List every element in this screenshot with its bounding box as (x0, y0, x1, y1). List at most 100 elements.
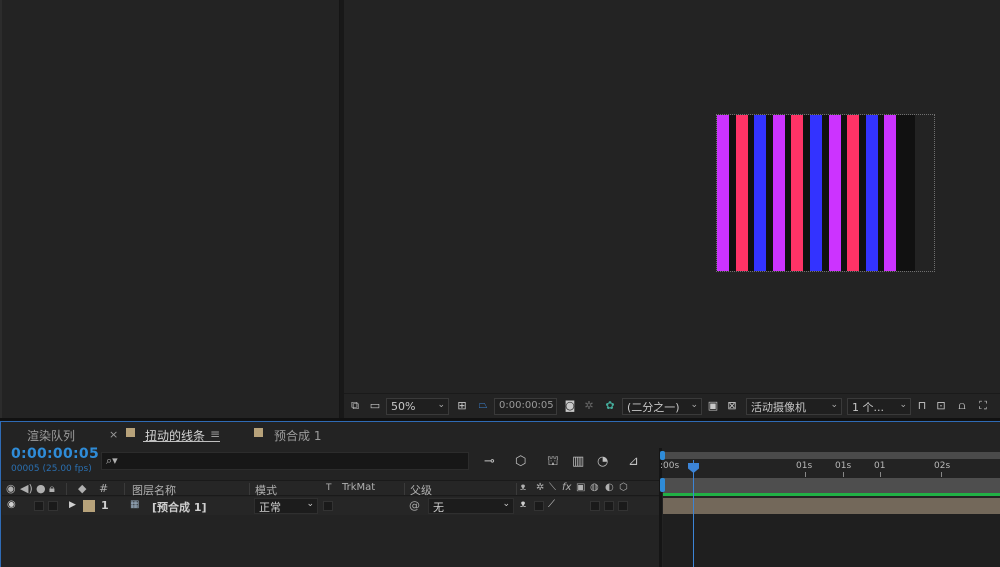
layer-number: 1 (101, 499, 109, 512)
comp-color-swatch (126, 428, 135, 437)
parent-value: 无 (433, 501, 444, 514)
adjustment-switch[interactable] (604, 501, 614, 511)
time-navigator-start-handle[interactable] (660, 451, 665, 460)
motion-blur-icon[interactable]: ◔ (597, 454, 608, 469)
views-select[interactable]: 1 个... ⌄ (847, 398, 911, 415)
label-tag-icon[interactable]: ◆ (78, 482, 86, 495)
timeline-icon[interactable]: ⩍ (955, 399, 969, 413)
tab-precomp-1[interactable]: 预合成 1 (274, 427, 321, 444)
column-layer-name[interactable]: 图层名称 (132, 482, 176, 498)
mask-visibility-icon[interactable]: ⏢ (476, 398, 490, 412)
collapse-switch-icon[interactable]: ✲ (536, 482, 544, 493)
stripe-gap (859, 115, 866, 271)
audio-icon[interactable]: ◀) (20, 482, 33, 495)
shy-layers-icon[interactable]: ⛫ (547, 454, 559, 471)
preserve-transparency-toggle[interactable] (323, 501, 333, 511)
viewer-toolbar: ⧉ ▭ 50% ⌄ ⊞ ⏢ 0:00:00:05 ◙ ✲ ✿ (二分之一) ⌄ ▣ … (344, 393, 1000, 418)
column-separator (404, 483, 405, 495)
blend-mode-value: 正常 (259, 501, 281, 514)
shy-switch-icon[interactable]: ᴥ (520, 499, 526, 510)
frame-blend-switch-icon[interactable]: ▣ (576, 482, 585, 493)
stripe-gap (840, 115, 848, 271)
ruler-tick (805, 472, 806, 477)
lock-toggle[interactable] (48, 501, 58, 511)
pickwhip-icon[interactable]: @ (409, 499, 420, 512)
3d-layer-icon[interactable]: ⬡ (619, 482, 628, 493)
motion-blur-switch-icon[interactable]: ◍ (590, 482, 599, 493)
camera-select[interactable]: 活动摄像机 ⌄ (746, 398, 842, 415)
color-channels-icon[interactable]: ✿ (603, 399, 617, 413)
time-navigator-bar[interactable] (663, 452, 1000, 459)
always-preview-icon[interactable]: ⧉ (349, 399, 361, 413)
graph-editor-icon[interactable]: ⊿ (628, 454, 639, 469)
work-area-start-handle[interactable] (660, 478, 665, 492)
panel-edge (0, 0, 2, 418)
solo-toggle[interactable] (34, 501, 44, 511)
comp-stripes (717, 115, 915, 271)
chevron-down-icon: ⌄ (437, 400, 445, 410)
expand-arrow-icon[interactable]: ▶ (69, 500, 76, 510)
frame-blending-icon[interactable]: ▥ (572, 454, 584, 469)
layer-search-input[interactable] (101, 452, 469, 470)
current-time-indicator-line[interactable] (693, 460, 694, 567)
layer-name[interactable]: [预合成 1] (152, 499, 207, 515)
parent-select[interactable]: 无 ⌄ (428, 498, 514, 514)
viewer-timecode: 0:00:00:05 (499, 400, 554, 411)
monitor-icon[interactable]: ▭ (369, 399, 381, 413)
zoom-value: 50% (391, 400, 416, 413)
tab-render-queue[interactable]: 渲染队列 (27, 427, 75, 444)
comp-color-swatch (254, 428, 263, 437)
current-time-field[interactable]: 0:00:00:05 (494, 398, 557, 415)
project-panel (0, 0, 340, 418)
motion-blur-switch[interactable] (590, 501, 600, 511)
transparency-grid-icon[interactable]: ⊠ (725, 399, 739, 413)
region-of-interest-icon[interactable]: ▣ (706, 399, 720, 413)
column-number[interactable]: # (99, 482, 108, 495)
stripe (772, 115, 785, 271)
camera-icon[interactable]: ◙ (563, 399, 577, 413)
comp-flowchart-icon[interactable]: ⊸ (484, 454, 495, 469)
adjustment-layer-icon[interactable]: ◐ (605, 482, 614, 493)
stripe-gap (729, 115, 736, 271)
eye-icon[interactable]: ◉ (7, 499, 16, 510)
fast-previews-icon[interactable]: ⊡ (934, 399, 948, 413)
column-mode[interactable]: 模式 (255, 482, 277, 498)
panel-menu-icon[interactable]: ≡ (210, 427, 220, 441)
stripe (791, 115, 804, 271)
chevron-down-icon: ⌄ (306, 499, 314, 509)
effects-fx-icon[interactable]: fx (562, 482, 571, 493)
work-area-bar[interactable] (663, 478, 1000, 494)
shy-switch-icon[interactable]: ᴥ (520, 482, 526, 493)
stripe-gap (896, 115, 903, 271)
close-icon[interactable]: × (109, 428, 118, 441)
flowchart-icon[interactable]: ⛶ (976, 399, 990, 413)
quality-switch-icon[interactable]: ⟋ (548, 499, 555, 510)
lock-icon[interactable]: 🔒︎ (49, 482, 55, 496)
eye-icon[interactable]: ◉ (6, 482, 16, 495)
collapse-switch[interactable] (534, 501, 544, 511)
layer-row[interactable]: ◉ ▶ 1 ▦ [预合成 1] 正常 ⌄ @ 无 ⌄ ᴥ ⟋ (2, 497, 660, 515)
frame-rate-info: 00005 (25.00 fps) (11, 464, 92, 474)
stripe (754, 115, 767, 271)
column-t[interactable]: T (326, 483, 332, 493)
stripe-gap (877, 115, 885, 271)
stripe (865, 115, 878, 271)
quality-switch-icon[interactable]: ⟍ (549, 482, 556, 493)
column-parent[interactable]: 父级 (410, 482, 432, 498)
column-trkmat[interactable]: TrkMat (342, 482, 375, 493)
layer-label-swatch[interactable] (83, 500, 95, 512)
choose-grid-icon[interactable]: ⊞ (455, 399, 469, 413)
blend-mode-select[interactable]: 正常 ⌄ (254, 498, 318, 514)
search-icon[interactable]: ⌕▾ (106, 454, 118, 468)
solo-icon[interactable]: ● (36, 482, 46, 495)
resolution-select[interactable]: (二分之一) ⌄ (622, 398, 702, 415)
layer-duration-bar[interactable] (663, 498, 1000, 514)
draft-3d-icon[interactable]: ⬡ (515, 454, 526, 469)
snapshot-icon[interactable]: ✲ (582, 399, 596, 413)
zoom-select[interactable]: 50% ⌄ (386, 398, 449, 415)
stripe (717, 115, 729, 271)
3d-switch[interactable] (618, 501, 628, 511)
render-cache-indicator (663, 493, 1000, 496)
current-timecode[interactable]: 0:00:00:05 (11, 446, 99, 462)
toggle-pixel-aspect-icon[interactable]: ⊓ (915, 399, 929, 413)
